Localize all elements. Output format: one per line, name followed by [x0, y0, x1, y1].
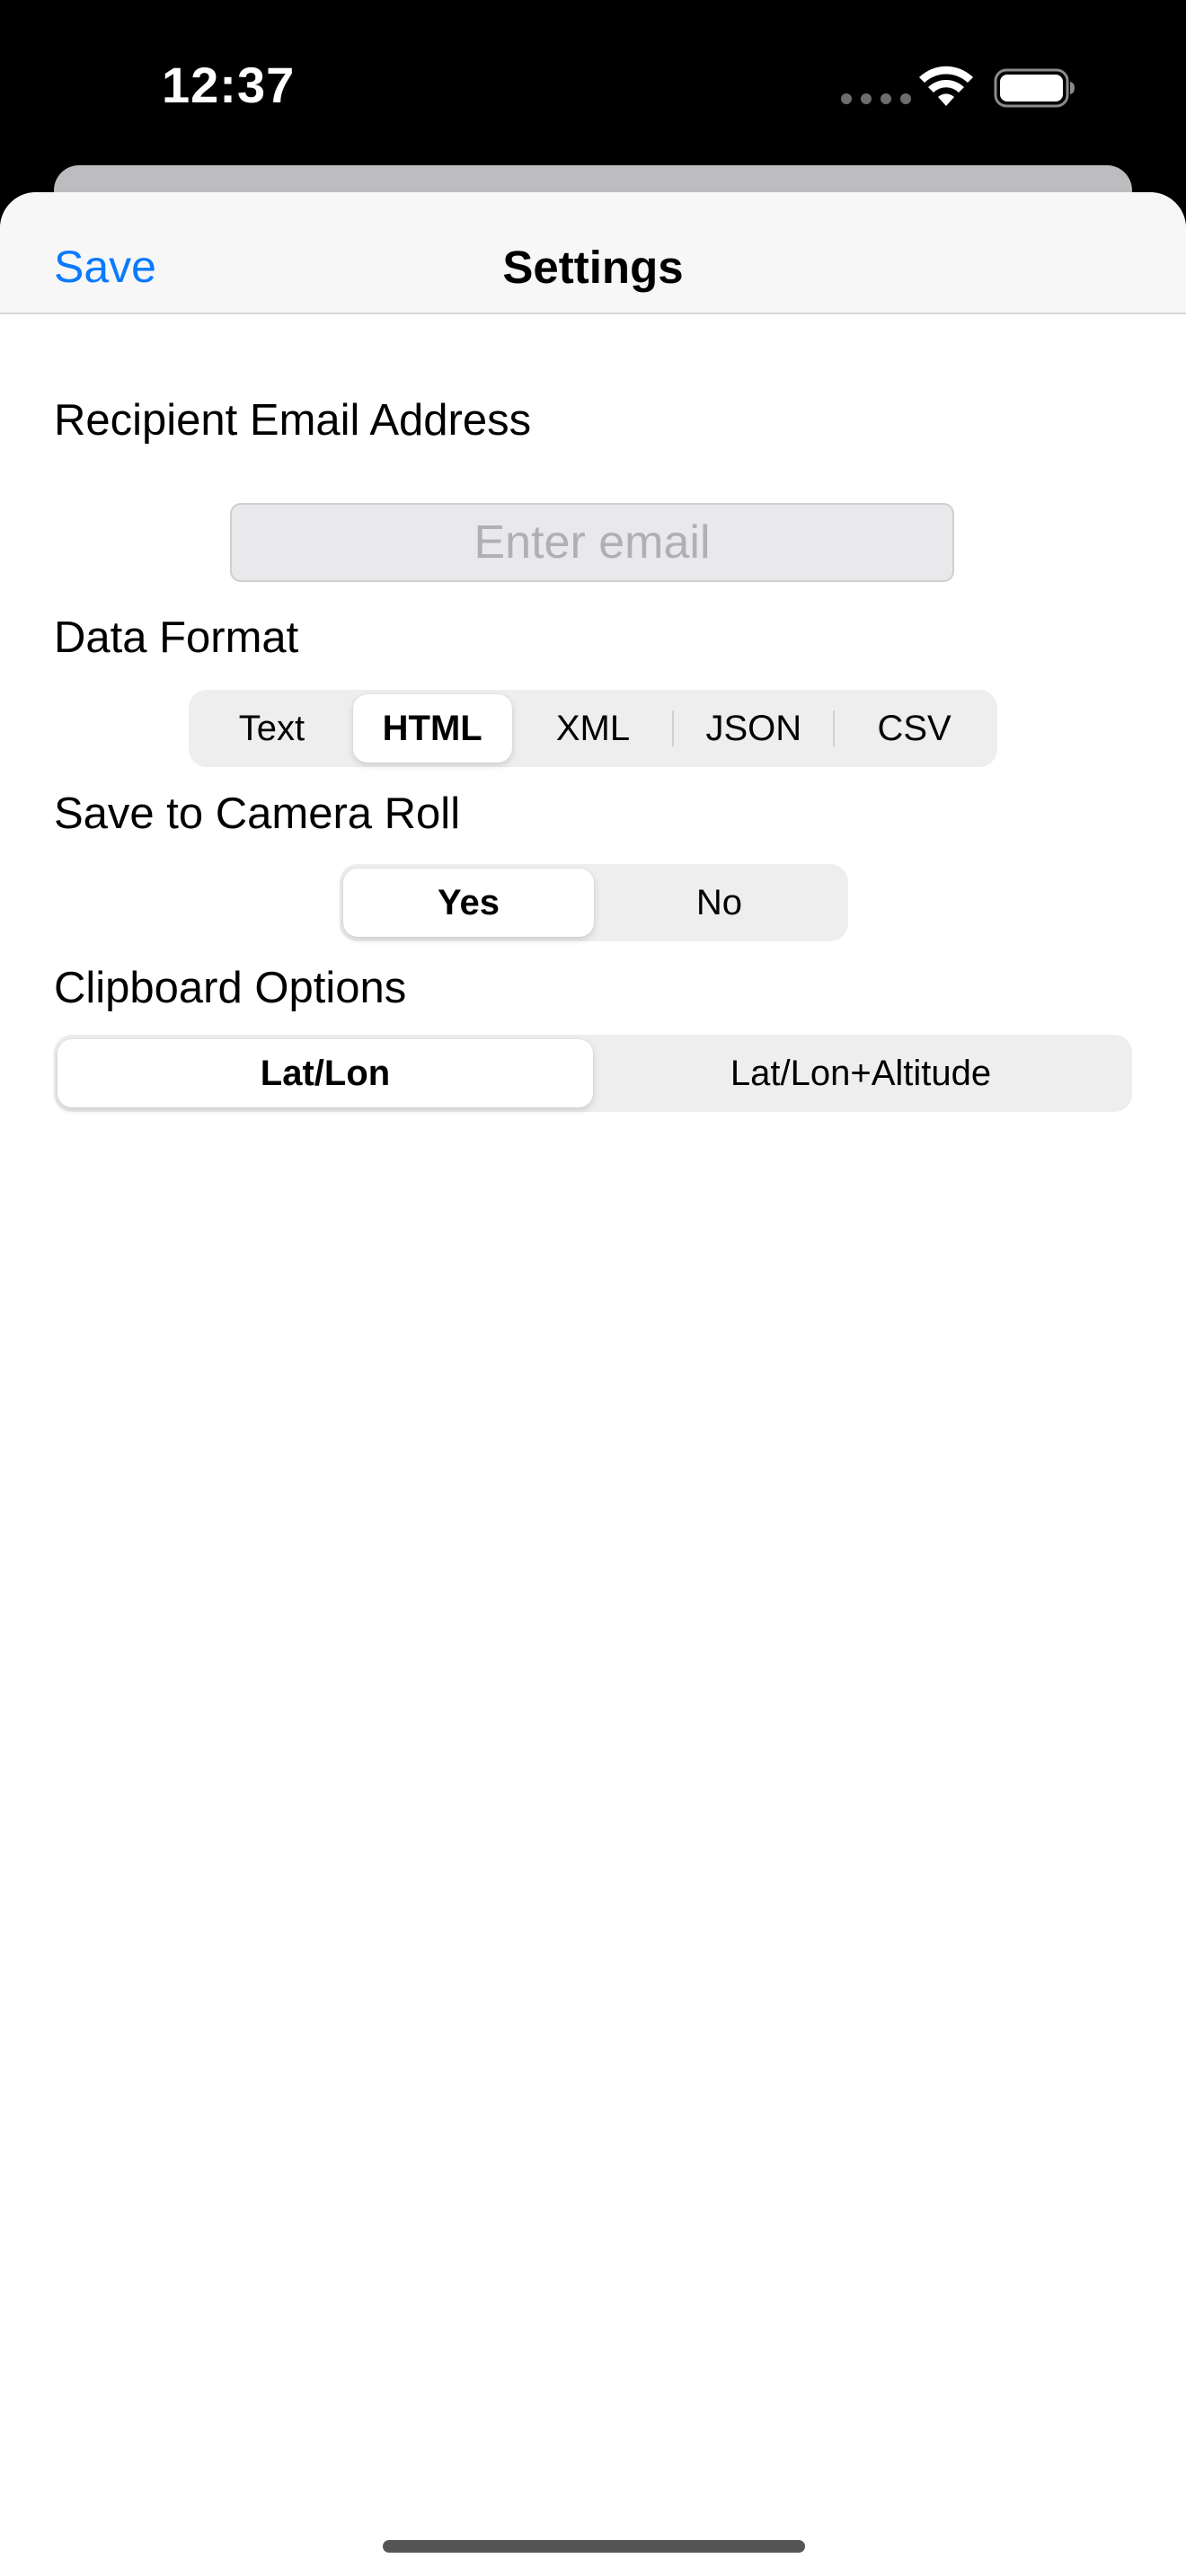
wifi-icon: [919, 66, 973, 106]
clipboard-segmented-control[interactable]: Lat/Lon Lat/Lon+Altitude: [54, 1035, 1132, 1112]
home-indicator: [383, 2540, 805, 2553]
clipboard-option-lat-lon-altitude[interactable]: Lat/Lon+Altitude: [593, 1039, 1128, 1107]
clipboard-options-label: Clipboard Options: [54, 964, 407, 1012]
data-format-option-text[interactable]: Text: [192, 694, 351, 763]
camera-roll-segmented-control[interactable]: Yes No: [340, 864, 848, 941]
signal-icon: [841, 93, 911, 104]
data-format-option-xml[interactable]: XML: [514, 694, 673, 763]
battery-icon: [994, 68, 1075, 108]
email-field[interactable]: [230, 503, 954, 582]
email-label: Recipient Email Address: [54, 396, 532, 445]
data-format-segmented-control[interactable]: Text HTML XML JSON CSV: [189, 690, 997, 767]
status-time: 12:37: [162, 57, 296, 113]
data-format-option-html[interactable]: HTML: [352, 694, 512, 763]
data-format-option-json[interactable]: JSON: [674, 694, 833, 763]
settings-sheet: Settings Save Recipient Email Address Da…: [0, 192, 1186, 2576]
data-format-label: Data Format: [54, 613, 299, 662]
clipboard-option-lat-lon[interactable]: Lat/Lon: [58, 1039, 593, 1107]
status-bar: 12:37: [0, 0, 1186, 180]
camera-roll-option-yes[interactable]: Yes: [343, 869, 594, 937]
page-title: Settings: [502, 242, 684, 293]
navigation-bar: Settings Save: [0, 192, 1186, 314]
camera-roll-label: Save to Camera Roll: [54, 790, 461, 838]
camera-roll-option-no[interactable]: No: [594, 869, 845, 937]
data-format-option-csv[interactable]: CSV: [835, 694, 994, 763]
save-button[interactable]: Save: [54, 241, 156, 293]
